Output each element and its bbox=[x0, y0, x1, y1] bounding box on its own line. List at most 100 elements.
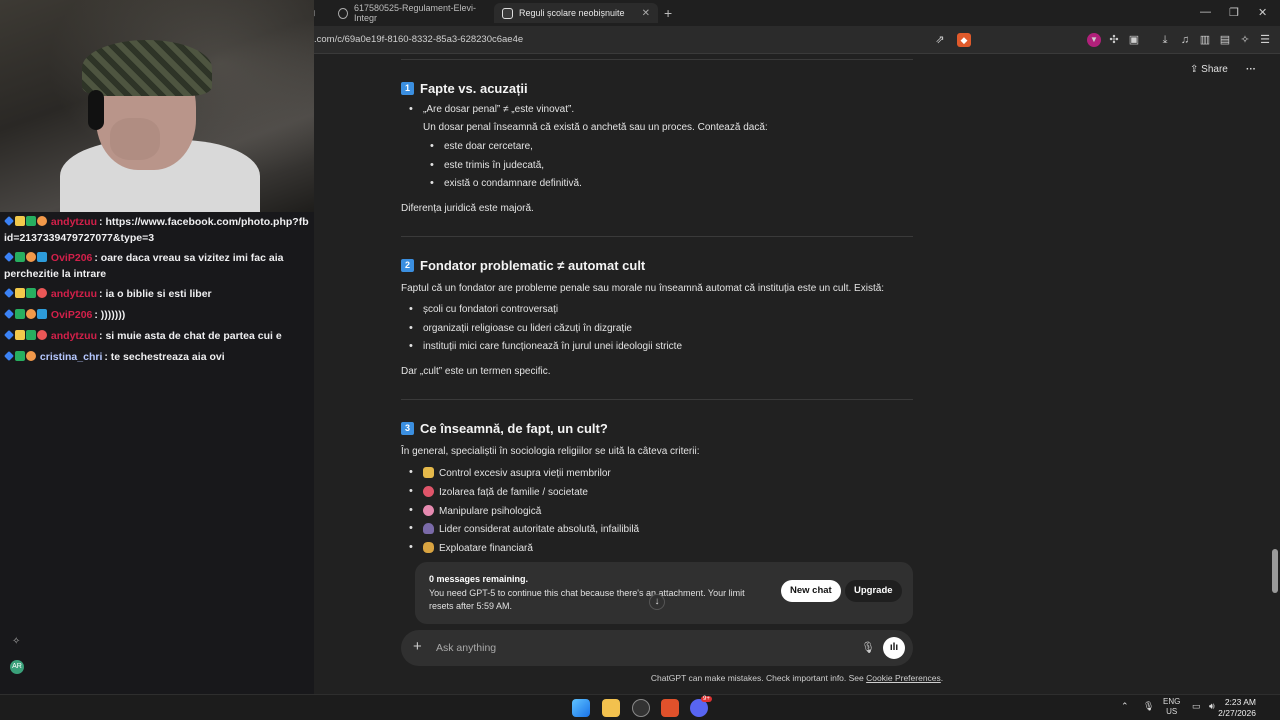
chat-text: https://www.facebook.com/photo.php?fbid=… bbox=[4, 216, 309, 244]
tab-reguli-scolare[interactable]: Reguli școlare neobișnuite ✕ bbox=[494, 3, 658, 23]
paragraph: Faptul că un fondator are probleme penal… bbox=[401, 283, 885, 294]
list-item: Control excesiv asupra vieții membrilor bbox=[409, 466, 611, 479]
chat-username[interactable]: OviP206 bbox=[51, 252, 92, 264]
new-tab-button[interactable]: + bbox=[664, 5, 672, 21]
badge-icon bbox=[37, 288, 47, 298]
badge-icon bbox=[37, 252, 47, 262]
chat-message: OviP206: oare daca vreau sa vizitez imi … bbox=[4, 252, 284, 280]
music-icon[interactable]: ♫ bbox=[1178, 33, 1192, 47]
composer: + Ask anything 🎙︎ ılı bbox=[401, 630, 913, 666]
microphone-icon[interactable]: 🎙︎ bbox=[861, 641, 875, 654]
minimize-icon[interactable]: — bbox=[1200, 6, 1211, 18]
brain-icon bbox=[423, 505, 434, 516]
chat-text: te sechestreaza aia ovi bbox=[110, 351, 225, 363]
date: 2/27/2026 bbox=[1218, 708, 1256, 718]
more-options-button[interactable]: ··· bbox=[1246, 64, 1256, 75]
menu-icon[interactable]: ☰ bbox=[1258, 33, 1272, 47]
badge-icon bbox=[4, 252, 14, 262]
crown-icon bbox=[15, 288, 25, 298]
section-1-heading: 1 Fapte vs. acuzații bbox=[401, 81, 528, 96]
badge-icon bbox=[37, 216, 47, 226]
no-entry-icon bbox=[423, 486, 434, 497]
new-chat-button[interactable]: New chat bbox=[781, 580, 841, 602]
taskbar: 9+ ⌃ 🎙︎ ENG US ▭ 🔊︎ 2:23 AM 2/27/2026 bbox=[0, 694, 1280, 720]
share-button[interactable]: ⇪ Share bbox=[1190, 64, 1228, 75]
number-3-icon: 3 bbox=[401, 422, 414, 435]
chat-username[interactable]: andytzuu bbox=[51, 216, 97, 228]
criterion-text: Control excesiv asupra vieții membrilor bbox=[439, 468, 611, 479]
ai-sparkle-icon[interactable]: ✧ bbox=[1238, 33, 1252, 47]
badge-icon bbox=[26, 288, 36, 298]
chat-message: andytzuu: ia o biblie si esti liber bbox=[4, 286, 310, 302]
list-item: Lider considerat autoritate absolută, in… bbox=[409, 522, 640, 535]
restore-icon[interactable]: ❐ bbox=[1229, 6, 1239, 19]
webcam-feed bbox=[0, 0, 314, 212]
plus-icon[interactable]: + bbox=[413, 638, 422, 655]
chat-text: ))))))) bbox=[100, 309, 126, 321]
badge-icon bbox=[4, 216, 14, 226]
brave-shield-icon[interactable]: ◆ bbox=[957, 33, 971, 47]
criterion-text: Lider considerat autoritate absolută, in… bbox=[439, 524, 640, 535]
divider bbox=[401, 236, 913, 237]
webcam-headset bbox=[88, 90, 104, 130]
list-item: există o condamnare definitivă. bbox=[430, 177, 582, 189]
badge-icon bbox=[26, 351, 36, 361]
mic-tray-icon[interactable]: 🎙︎ bbox=[1143, 701, 1154, 712]
file-explorer-icon[interactable] bbox=[602, 699, 620, 717]
url-field[interactable]: .com/c/69a0e19f-8160-8332-85a3-628230c6a… bbox=[314, 34, 523, 45]
brave-browser-icon[interactable] bbox=[661, 699, 679, 717]
sparkle-icon[interactable]: ✧ bbox=[12, 636, 20, 647]
chatgpt-icon bbox=[502, 7, 513, 19]
footer-disclaimer: ChatGPT can make mistakes. Check importa… bbox=[314, 673, 1280, 683]
person-icon bbox=[423, 523, 434, 534]
crown-icon bbox=[15, 330, 25, 340]
badge-icon bbox=[4, 309, 14, 319]
cookie-preferences-link[interactable]: Cookie Preferences bbox=[866, 673, 941, 683]
tray-chevron-icon[interactable]: ⌃ bbox=[1121, 701, 1129, 712]
list-item: este trimis în judecată, bbox=[430, 159, 544, 171]
section-title: Ce înseamnă, de fapt, un cult? bbox=[420, 421, 608, 436]
badge-icon bbox=[4, 330, 14, 340]
wallet-icon[interactable]: ▤ bbox=[1218, 33, 1232, 47]
clock[interactable]: 2:23 AM 2/27/2026 bbox=[1218, 697, 1256, 719]
language-indicator[interactable]: ENG US bbox=[1163, 697, 1180, 717]
list-item: este doar cercetare, bbox=[430, 140, 533, 152]
scroll-down-icon[interactable]: ↓ bbox=[649, 594, 665, 610]
divider bbox=[401, 399, 913, 400]
chat-username[interactable]: cristina_chri bbox=[40, 351, 102, 363]
sidebar-icon[interactable]: ▥ bbox=[1198, 33, 1212, 47]
voice-mode-icon[interactable]: ılı bbox=[883, 637, 905, 659]
window-close-icon[interactable]: ✕ bbox=[1258, 6, 1267, 19]
stream-chat: andytzuu: https://www.facebook.com/photo… bbox=[0, 212, 314, 720]
avatar[interactable]: AR bbox=[10, 660, 24, 674]
network-icon[interactable]: ▭ bbox=[1192, 701, 1201, 712]
screenshot-icon[interactable]: ▣ bbox=[1127, 33, 1141, 47]
chat-username[interactable]: OviP206 bbox=[51, 309, 92, 321]
chat-message: OviP206: ))))))) bbox=[4, 307, 310, 323]
chat-message: andytzuu: https://www.facebook.com/photo… bbox=[4, 216, 309, 244]
chat-username[interactable]: andytzuu bbox=[51, 330, 97, 342]
chat-username[interactable]: andytzuu bbox=[51, 288, 97, 300]
section-title: Fapte vs. acuzații bbox=[420, 81, 528, 96]
notification-badge: 9+ bbox=[701, 696, 712, 702]
scrollbar[interactable] bbox=[1272, 54, 1278, 694]
badge-icon bbox=[26, 252, 36, 262]
download-icon[interactable]: ⤓ bbox=[1158, 33, 1172, 47]
share-page-icon[interactable]: ⇗ bbox=[933, 33, 947, 47]
obs-icon[interactable] bbox=[632, 699, 650, 717]
list-item: școli cu fondatori controversați bbox=[409, 303, 558, 315]
prompt-input[interactable]: Ask anything bbox=[436, 642, 496, 654]
volume-icon[interactable]: 🔊︎ bbox=[1209, 701, 1215, 712]
list-item: Manipulare psihologică bbox=[409, 504, 541, 517]
scroll-thumb[interactable] bbox=[1272, 549, 1278, 593]
tab-regulament[interactable]: 617580525-Regulament-Elevi-Integr bbox=[330, 3, 490, 23]
puzzle-icon[interactable]: ✣ bbox=[1107, 33, 1121, 47]
criterion-text: Exploatare financiară bbox=[439, 543, 533, 554]
badge-icon bbox=[26, 309, 36, 319]
extension-badge-icon[interactable]: ▼ bbox=[1087, 33, 1101, 47]
badge-icon bbox=[26, 216, 36, 226]
upgrade-button[interactable]: Upgrade bbox=[845, 580, 902, 602]
close-icon[interactable]: ✕ bbox=[642, 8, 650, 19]
time: 2:23 AM bbox=[1224, 697, 1256, 707]
windows-start-icon[interactable] bbox=[572, 699, 590, 717]
